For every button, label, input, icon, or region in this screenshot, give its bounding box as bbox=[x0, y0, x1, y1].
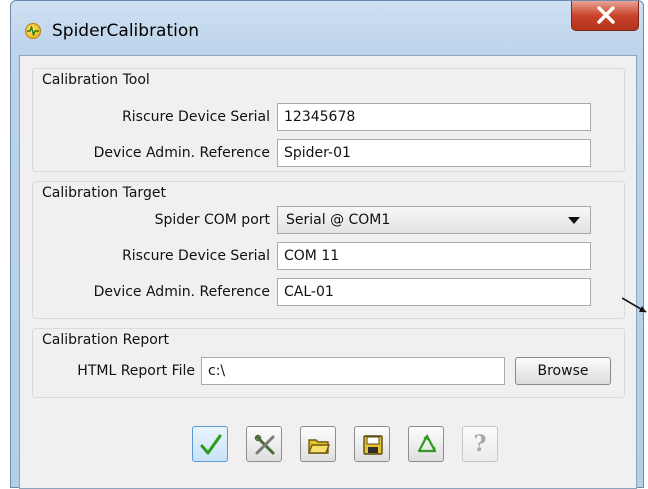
app-window: SpiderCalibration Calibration Tool Riscu… bbox=[10, 0, 644, 489]
help-icon: ? bbox=[473, 431, 487, 457]
tool-serial-input[interactable] bbox=[277, 103, 591, 131]
close-icon bbox=[597, 6, 615, 24]
report-file-input[interactable] bbox=[201, 357, 505, 385]
target-admin-input[interactable] bbox=[277, 278, 591, 306]
report-file-label: HTML Report File bbox=[77, 363, 195, 379]
browse-button[interactable]: Browse bbox=[515, 357, 611, 385]
target-admin-label: Device Admin. Reference bbox=[93, 284, 270, 300]
window-title: SpiderCalibration bbox=[52, 21, 200, 41]
reset-button[interactable] bbox=[408, 426, 444, 462]
recycle-icon bbox=[417, 434, 437, 453]
calibration-report-legend: Calibration Report bbox=[41, 332, 171, 348]
title-bar[interactable]: SpiderCalibration bbox=[11, 1, 643, 55]
chevron-down-icon bbox=[568, 217, 580, 224]
pointer-cursor-icon bbox=[622, 297, 647, 313]
calibration-report-group: Calibration Report HTML Report File Brow… bbox=[32, 328, 625, 398]
tool-admin-input[interactable] bbox=[277, 139, 591, 167]
dialog-body: Calibration Tool Riscure Device Serial D… bbox=[19, 55, 637, 489]
help-button[interactable]: ? bbox=[462, 426, 498, 462]
calibration-target-legend: Calibration Target bbox=[41, 185, 167, 201]
calibration-tool-group: Calibration Tool Riscure Device Serial D… bbox=[32, 68, 625, 172]
checkmark-icon bbox=[200, 434, 222, 455]
save-icon bbox=[363, 435, 383, 455]
calibration-target-group: Calibration Target Spider COM port Seria… bbox=[32, 181, 625, 319]
target-serial-label: Riscure Device Serial bbox=[122, 248, 270, 264]
target-serial-input[interactable] bbox=[277, 242, 591, 270]
ok-button[interactable] bbox=[192, 426, 228, 462]
tool-admin-label: Device Admin. Reference bbox=[93, 145, 270, 161]
close-button[interactable] bbox=[571, 1, 639, 31]
calibration-tool-legend: Calibration Tool bbox=[41, 72, 151, 88]
save-button[interactable] bbox=[354, 426, 390, 462]
open-button[interactable] bbox=[300, 426, 336, 462]
com-port-select[interactable]: Serial @ COM1 bbox=[277, 206, 591, 234]
com-port-label: Spider COM port bbox=[154, 212, 270, 228]
spider-app-icon bbox=[25, 23, 41, 39]
tools-button[interactable] bbox=[246, 426, 282, 462]
tools-icon bbox=[254, 434, 275, 455]
com-port-value: Serial @ COM1 bbox=[286, 212, 391, 228]
tool-serial-label: Riscure Device Serial bbox=[122, 109, 270, 125]
folder-open-icon bbox=[307, 439, 331, 454]
